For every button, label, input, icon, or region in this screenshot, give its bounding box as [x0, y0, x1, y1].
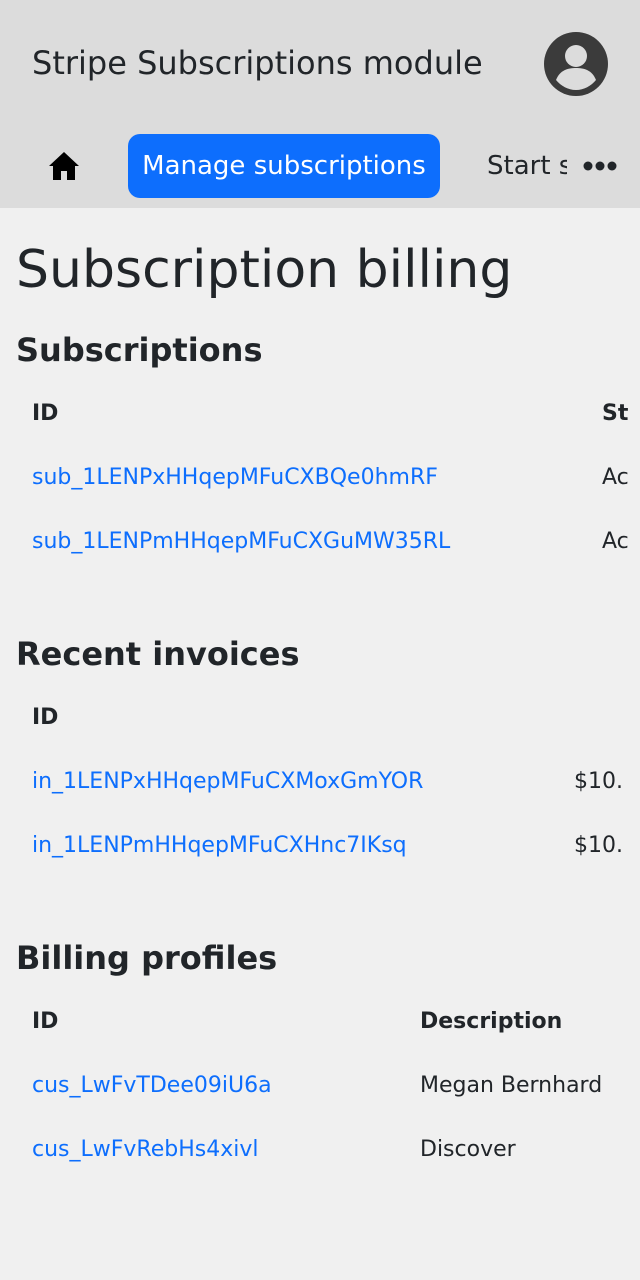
- home-icon: [49, 152, 79, 180]
- home-button[interactable]: [32, 136, 96, 196]
- recent-invoices-heading: Recent invoices: [16, 635, 300, 673]
- invoice-amount: $10.: [574, 769, 623, 794]
- invoice-id-link[interactable]: in_1LENPmHHqepMFuCXHnc7IKsq: [32, 831, 407, 861]
- customer-id-link[interactable]: cus_LwFvTDee09iU6a: [32, 1071, 272, 1101]
- column-header-status: St: [602, 401, 629, 426]
- subscription-status: Ac: [602, 529, 629, 554]
- column-header-id: ID: [32, 401, 59, 426]
- invoice-id-link[interactable]: in_1LENPxHHqepMFuCXMoxGmYOR: [32, 767, 423, 797]
- billing-profiles-heading: Billing profiles: [16, 939, 278, 977]
- more-button[interactable]: [578, 145, 622, 187]
- customer-id-link[interactable]: cus_LwFvRebHs4xivl: [32, 1135, 259, 1165]
- more-horizontal-icon: [583, 161, 617, 171]
- subscription-id-link[interactable]: sub_1LENPmHHqepMFuCXGuMW35RL: [32, 527, 450, 557]
- column-header-id: ID: [32, 1009, 59, 1034]
- invoice-amount: $10.: [574, 833, 623, 858]
- customer-description: Discover: [420, 1137, 516, 1162]
- nav-start-subscription[interactable]: Start s: [487, 134, 567, 198]
- top-bar: Stripe Subscriptions module Manage subsc…: [0, 0, 640, 208]
- customer-description: Megan Bernhard: [420, 1073, 603, 1098]
- account-circle-icon[interactable]: [544, 32, 608, 96]
- subscription-id-link[interactable]: sub_1LENPxHHqepMFuCXBQe0hmRF: [32, 463, 438, 493]
- page-title: Subscription billing: [16, 240, 513, 300]
- app-title: Stripe Subscriptions module: [32, 44, 483, 82]
- column-header-id: ID: [32, 705, 59, 730]
- subscription-status: Ac: [602, 465, 629, 490]
- column-header-description: Description: [420, 1009, 563, 1034]
- nav-manage-subscriptions[interactable]: Manage subscriptions: [128, 134, 440, 198]
- subscriptions-heading: Subscriptions: [16, 331, 263, 369]
